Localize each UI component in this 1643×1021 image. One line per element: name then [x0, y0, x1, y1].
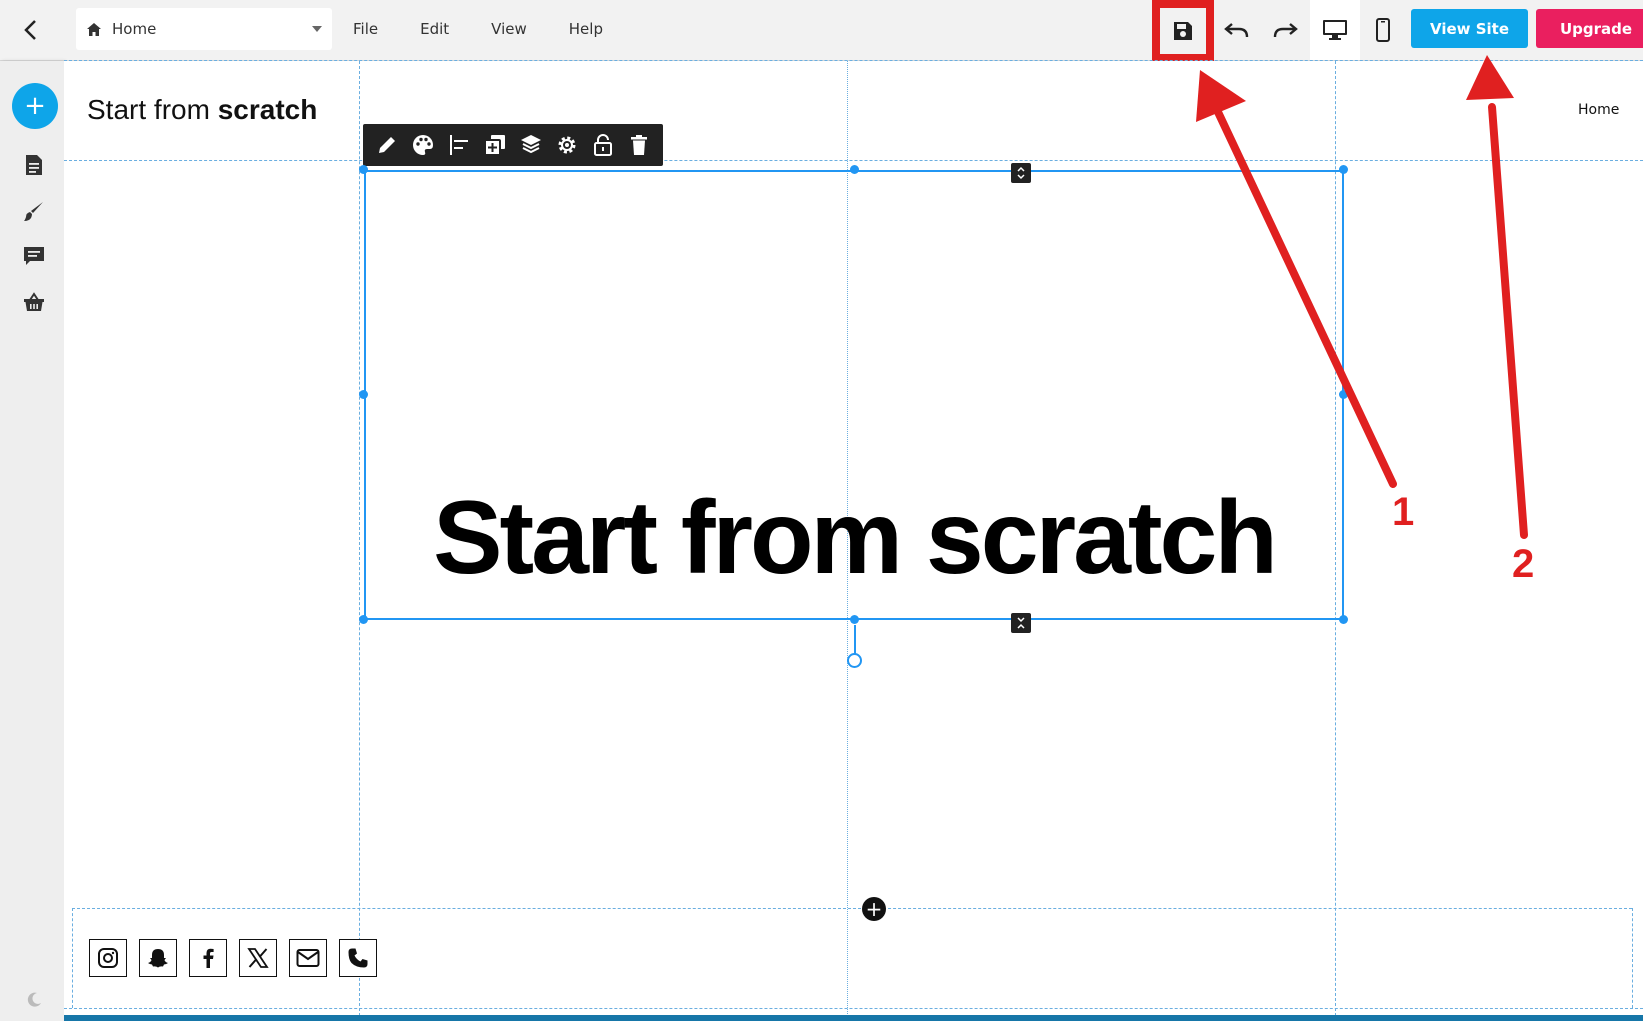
social-email[interactable] [289, 939, 327, 977]
social-snapchat[interactable] [139, 939, 177, 977]
menu-file[interactable]: File [347, 16, 384, 42]
edit-icon [379, 137, 395, 153]
add-section-button[interactable]: + [862, 897, 886, 921]
resize-handle[interactable] [359, 390, 368, 399]
site-title[interactable]: Start from scratch [87, 94, 317, 126]
resize-handle[interactable] [1339, 615, 1348, 624]
upgrade-button[interactable]: Upgrade [1536, 9, 1643, 48]
delete-button[interactable] [626, 132, 652, 158]
layers-button[interactable] [518, 132, 544, 158]
menu-edit[interactable]: Edit [414, 16, 455, 42]
undo-icon [1224, 23, 1249, 38]
chevron-left-icon [24, 20, 36, 40]
design-button[interactable] [410, 132, 436, 158]
align-button[interactable] [446, 132, 472, 158]
layout-guide [72, 908, 73, 1008]
rotate-handle[interactable] [847, 653, 862, 668]
brush-icon [24, 202, 43, 221]
section-spacing-toggle[interactable] [1011, 163, 1031, 183]
menu-view[interactable]: View [485, 16, 533, 42]
snapchat-icon [148, 949, 168, 968]
moon-icon[interactable] [26, 992, 42, 1008]
resize-handle[interactable] [850, 615, 859, 624]
email-icon [296, 949, 320, 967]
left-sidebar: + [0, 61, 64, 1021]
edit-button[interactable] [374, 132, 400, 158]
social-facebook[interactable] [189, 939, 227, 977]
nav-link-home[interactable]: Home [1578, 102, 1619, 118]
annotation-label-1: 1 [1392, 490, 1415, 534]
social-instagram[interactable] [89, 939, 127, 977]
desktop-view-button[interactable] [1310, 0, 1360, 60]
menu-help[interactable]: Help [563, 16, 609, 42]
store-basket-icon [24, 292, 44, 311]
sidebar-item-design[interactable] [22, 199, 46, 223]
site-title-regular: Start from [87, 94, 210, 125]
layout-guide [64, 1008, 1643, 1009]
home-icon [87, 22, 101, 36]
mobile-view-button[interactable] [1360, 0, 1406, 60]
canvas-bottom-edge [64, 1015, 1643, 1021]
menu-bar: File Edit View Help [347, 0, 639, 58]
element-toolbar [363, 124, 663, 166]
comments-icon [24, 247, 44, 265]
layers-icon [521, 135, 541, 154]
palette-icon [413, 135, 433, 155]
section-spacing-toggle[interactable] [1011, 613, 1031, 633]
annotation-label-2: 2 [1512, 542, 1535, 586]
social-phone[interactable] [339, 939, 377, 977]
resize-handle[interactable] [359, 165, 368, 174]
layout-guide [64, 160, 1643, 161]
layout-guide [64, 60, 1643, 61]
delete-icon [631, 135, 647, 155]
sidebar-item-pages[interactable] [22, 153, 46, 177]
align-icon [450, 135, 468, 155]
layout-guide [72, 908, 1632, 909]
settings-button[interactable] [554, 132, 580, 158]
save-icon [1174, 22, 1192, 40]
undo-button[interactable] [1214, 0, 1260, 60]
sidebar-item-store[interactable] [22, 290, 46, 314]
phone-icon [348, 948, 368, 968]
add-element-button[interactable]: + [12, 83, 58, 129]
hero-headline[interactable]: Start from scratch [364, 478, 1344, 598]
resize-handle[interactable] [850, 165, 859, 174]
layout-guide [1632, 908, 1633, 1008]
instagram-icon [98, 948, 118, 968]
lock-button[interactable] [590, 132, 616, 158]
page-selector[interactable]: Home [76, 8, 332, 50]
site-title-bold: scratch [217, 94, 318, 125]
resize-handle[interactable] [1339, 390, 1348, 399]
page-selector-label: Home [112, 20, 157, 38]
collapse-vertical-icon [1017, 617, 1025, 629]
mobile-icon [1376, 18, 1390, 42]
facebook-icon [203, 948, 214, 968]
desktop-icon [1323, 20, 1347, 40]
redo-icon [1273, 23, 1298, 38]
view-site-button[interactable]: View Site [1411, 9, 1528, 48]
x-icon [247, 948, 269, 968]
redo-button[interactable] [1262, 0, 1308, 60]
social-x[interactable] [239, 939, 277, 977]
layout-guide [359, 61, 360, 1016]
chevron-down-icon [312, 26, 322, 32]
duplicate-icon [484, 135, 505, 156]
save-button[interactable] [1152, 0, 1214, 62]
settings-icon [558, 136, 576, 154]
resize-handle[interactable] [1339, 165, 1348, 174]
resize-handle[interactable] [359, 615, 368, 624]
page-icon [26, 155, 42, 175]
duplicate-button[interactable] [482, 132, 508, 158]
sidebar-item-comments[interactable] [22, 244, 46, 268]
top-bar: Home File Edit View Help View Site Upgra… [0, 0, 1643, 62]
expand-vertical-icon [1017, 166, 1025, 180]
lock-icon [594, 134, 612, 156]
back-button[interactable] [0, 0, 62, 60]
